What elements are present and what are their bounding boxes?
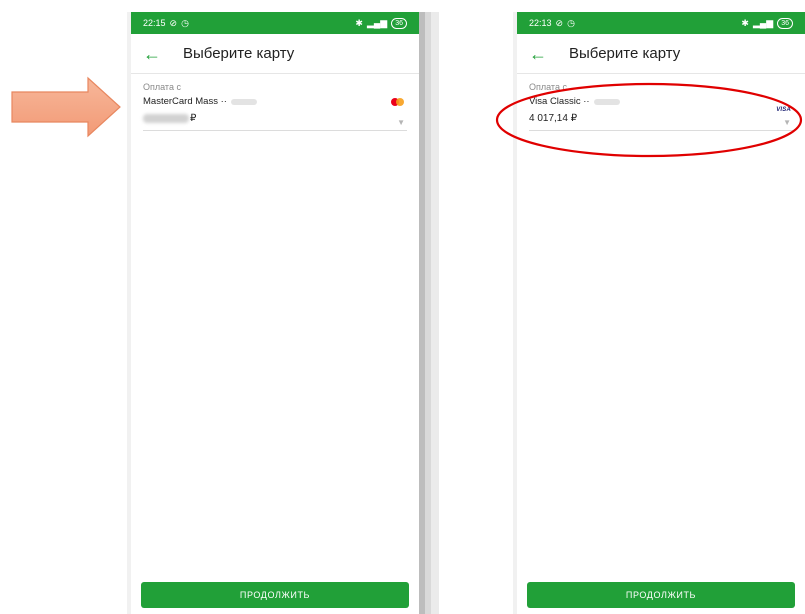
status-bar: 22:15 ⊘ ◷ ✱ ▂▄▆ 36: [131, 12, 419, 34]
do-not-disturb-icon: ⊘: [169, 17, 178, 28]
highlight-ellipse-annotation: [495, 82, 803, 158]
battery-icon: 36: [777, 17, 793, 29]
masked-card-number: [230, 98, 257, 105]
bluetooth-icon: ✱: [741, 17, 749, 28]
page-title: Выберите карту: [183, 45, 295, 62]
continue-button[interactable]: ПРОДОЛЖИТЬ: [141, 582, 409, 608]
signal-icon: ▂▄▆: [752, 17, 774, 28]
alarm-icon: ◷: [181, 17, 189, 28]
card-balance: ₽: [143, 113, 407, 124]
back-arrow-icon[interactable]: ←: [143, 45, 167, 63]
card-name-text: MasterCard Mass ··: [143, 96, 227, 107]
blurred-balance: [143, 114, 189, 123]
continue-button[interactable]: ПРОДОЛЖИТЬ: [527, 582, 795, 608]
card-selector[interactable]: MasterCard Mass ·· ₽ ▼: [131, 92, 419, 127]
pay-from-label: Оплата с: [143, 82, 181, 92]
card-name: MasterCard Mass ··: [143, 96, 407, 107]
divider: [143, 130, 407, 131]
app-bar: ← Выберите карту: [131, 34, 419, 74]
left-phone-screen: 22:15 ⊘ ◷ ✱ ▂▄▆ 36 ← Выберите карту Опла…: [131, 12, 419, 614]
status-time: 22:13: [529, 18, 552, 28]
app-bar: ← Выберите карту: [517, 34, 805, 74]
do-not-disturb-icon: ⊘: [555, 17, 564, 28]
page-title: Выберите карту: [569, 45, 681, 62]
back-arrow-icon[interactable]: ←: [529, 45, 553, 63]
status-time: 22:15: [143, 18, 166, 28]
bluetooth-icon: ✱: [355, 17, 363, 28]
mastercard-icon: [391, 98, 405, 107]
chevron-down-icon[interactable]: ▼: [397, 118, 405, 127]
battery-icon: 36: [391, 17, 407, 29]
status-bar: 22:13 ⊘ ◷ ✱ ▂▄▆ 36: [517, 12, 805, 34]
signal-icon: ▂▄▆: [366, 17, 388, 28]
pointer-arrow-annotation: [11, 76, 121, 138]
currency-sign: ₽: [190, 113, 197, 124]
alarm-icon: ◷: [567, 17, 575, 28]
